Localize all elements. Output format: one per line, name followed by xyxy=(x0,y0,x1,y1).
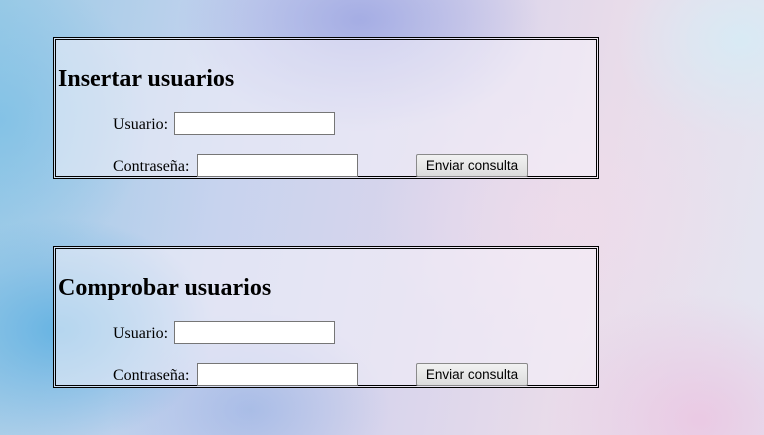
check-users-title: Comprobar usuarios xyxy=(58,275,272,301)
check-submit-button[interactable]: Enviar consulta xyxy=(416,363,528,386)
insert-user-input[interactable] xyxy=(174,112,335,135)
insert-password-input[interactable] xyxy=(197,154,358,177)
check-users-form: Comprobar usuarios Usuario: Contraseña: … xyxy=(53,246,599,388)
check-user-label: Usuario: xyxy=(113,325,169,342)
insert-users-title: Insertar usuarios xyxy=(58,66,235,92)
check-password-input[interactable] xyxy=(197,363,358,386)
insert-users-form: Insertar usuarios Usuario: Contraseña: E… xyxy=(53,37,599,179)
check-password-label: Contraseña: xyxy=(113,367,190,384)
check-user-input[interactable] xyxy=(174,321,335,344)
insert-password-label: Contraseña: xyxy=(113,158,190,175)
insert-submit-button[interactable]: Enviar consulta xyxy=(416,154,528,177)
insert-user-label: Usuario: xyxy=(113,116,169,133)
